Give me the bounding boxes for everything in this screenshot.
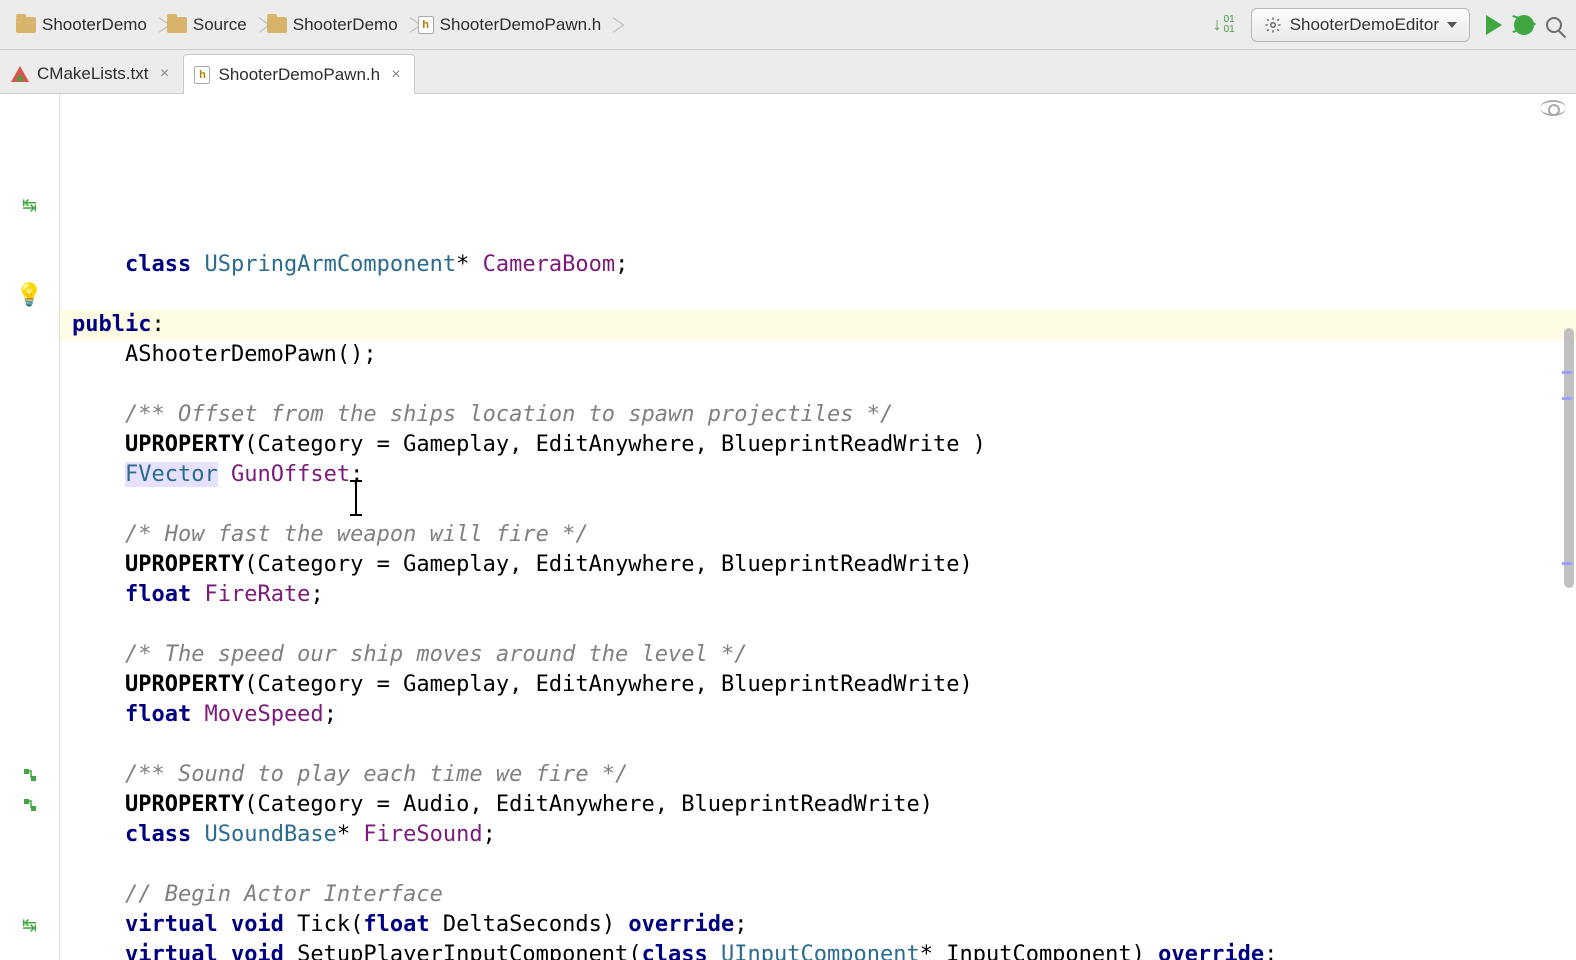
text: ; (734, 912, 747, 937)
text: * (456, 252, 483, 277)
text: ; (1264, 942, 1277, 960)
search-button[interactable] (1540, 9, 1568, 41)
text: (Category = Audio, EditAnywhere, Bluepri… (244, 792, 933, 817)
chevron-down-icon (1447, 22, 1457, 28)
run-button[interactable] (1480, 9, 1508, 41)
breadcrumb-root[interactable]: ShooterDemo (8, 0, 159, 49)
code-area[interactable]: class USpringArmComponent* CameraBoom; p… (60, 94, 1576, 960)
text: (Category = Gameplay, EditAnywhere, Blue… (244, 552, 972, 577)
tab-cmakelists[interactable]: CMakeLists.txt × (0, 53, 183, 93)
gear-icon (1264, 16, 1282, 34)
keyword: override (628, 912, 734, 937)
tab-label: ShooterDemoPawn.h (218, 65, 380, 85)
keyword: virtual void (125, 942, 297, 960)
comment: /** Offset from the ships location to sp… (125, 402, 893, 427)
download-arrow-icon: ↓ (1213, 14, 1222, 35)
gutter[interactable]: ↹ 💡 ↹ (0, 94, 60, 960)
breadcrumb-label: ShooterDemoPawn.h (440, 15, 602, 35)
comment: /** Sound to play each time we fire */ (125, 762, 628, 787)
keyword: float (363, 912, 429, 937)
text: ; (615, 252, 628, 277)
text: DeltaSeconds) (430, 912, 629, 937)
code-content: class USpringArmComponent* CameraBoom; p… (72, 250, 1576, 960)
macro: UPROPERTY (125, 552, 244, 577)
text: (); (337, 342, 377, 367)
text-cursor (355, 480, 357, 516)
member: FireRate (204, 582, 310, 607)
keyword: public (72, 312, 151, 337)
implements-icon[interactable] (19, 764, 41, 786)
text: ; (483, 822, 496, 847)
folder-icon (267, 17, 287, 33)
macro: UPROPERTY (125, 432, 244, 457)
member: FireSound (363, 822, 482, 847)
text: ( (350, 912, 363, 937)
implements-icon[interactable] (19, 794, 41, 816)
editor: ↹💡↹ class USpringArmComponent* CameraBoo… (0, 94, 1576, 960)
close-icon[interactable]: × (388, 66, 404, 84)
vcs-change-icon[interactable]: ↹ (19, 914, 41, 936)
header-file-icon: h (194, 66, 210, 84)
member: MoveSpeed (204, 702, 323, 727)
text: ; (324, 702, 337, 727)
type: USpringArmComponent (204, 252, 456, 277)
keyword: virtual void (125, 912, 297, 937)
member: GunOffset (231, 462, 350, 487)
text: : (151, 312, 164, 337)
text: (Category = Gameplay, EditAnywhere, Blue… (244, 672, 972, 697)
keyword: override (1158, 942, 1264, 960)
download-digit-bottom: 01 (1224, 25, 1235, 35)
comment: // Begin Actor Interface (125, 882, 443, 907)
run-configuration-selector[interactable]: ShooterDemoEditor (1251, 8, 1470, 42)
keyword: class (642, 942, 708, 960)
text: * (337, 822, 364, 847)
text: ; (310, 582, 323, 607)
breadcrumb-label: ShooterDemo (293, 15, 398, 35)
keyword: class (125, 252, 191, 277)
keyword: class (125, 822, 191, 847)
header-file-icon: h (418, 16, 434, 34)
function: Tick (297, 912, 350, 937)
comment: /* The speed our ship moves around the l… (125, 642, 748, 667)
download-digit-top: 01 (1224, 15, 1235, 25)
member: CameraBoom (483, 252, 615, 277)
bug-icon (1514, 15, 1534, 35)
breadcrumb-file[interactable]: h ShooterDemoPawn.h (410, 0, 614, 49)
breadcrumb-label: Source (193, 15, 247, 35)
macro: UPROPERTY (125, 672, 244, 697)
vcs-change-icon[interactable]: ↹ (19, 194, 41, 216)
folder-icon (167, 17, 187, 33)
function: AShooterDemoPawn (125, 342, 337, 367)
close-icon[interactable]: × (156, 65, 172, 83)
breadcrumb-label: ShooterDemo (42, 15, 147, 35)
cmake-icon (11, 66, 29, 82)
navigation-toolbar: ShooterDemo Source ShooterDemo h ShooterD… (0, 0, 1576, 50)
intention-bulb-icon[interactable]: 💡 (19, 284, 41, 306)
tab-shooterdemopawn[interactable]: h ShooterDemoPawn.h × (183, 54, 415, 94)
search-icon (1546, 17, 1562, 33)
play-icon (1486, 15, 1502, 35)
type: USoundBase (204, 822, 336, 847)
breadcrumb-module[interactable]: ShooterDemo (259, 0, 410, 49)
comment: /* How fast the weapon will fire */ (125, 522, 589, 547)
type: FVector (125, 462, 218, 487)
type: UInputComponent (721, 942, 920, 960)
debug-button[interactable] (1508, 9, 1540, 41)
macro: UPROPERTY (125, 792, 244, 817)
folder-icon (16, 17, 36, 33)
text: (Category = Gameplay, EditAnywhere, Blue… (244, 432, 986, 457)
keyword: float (125, 702, 191, 727)
keyword: float (125, 582, 191, 607)
run-configuration-label: ShooterDemoEditor (1290, 15, 1439, 35)
text: * InputComponent) (920, 942, 1158, 960)
function: SetupPlayerInputComponent (297, 942, 628, 960)
text: ( (628, 942, 641, 960)
tab-label: CMakeLists.txt (37, 64, 148, 84)
download-sources-button[interactable]: ↓ 01 01 (1207, 9, 1241, 41)
editor-tabstrip: CMakeLists.txt × h ShooterDemoPawn.h × (0, 50, 1576, 94)
breadcrumb-source[interactable]: Source (159, 0, 259, 49)
